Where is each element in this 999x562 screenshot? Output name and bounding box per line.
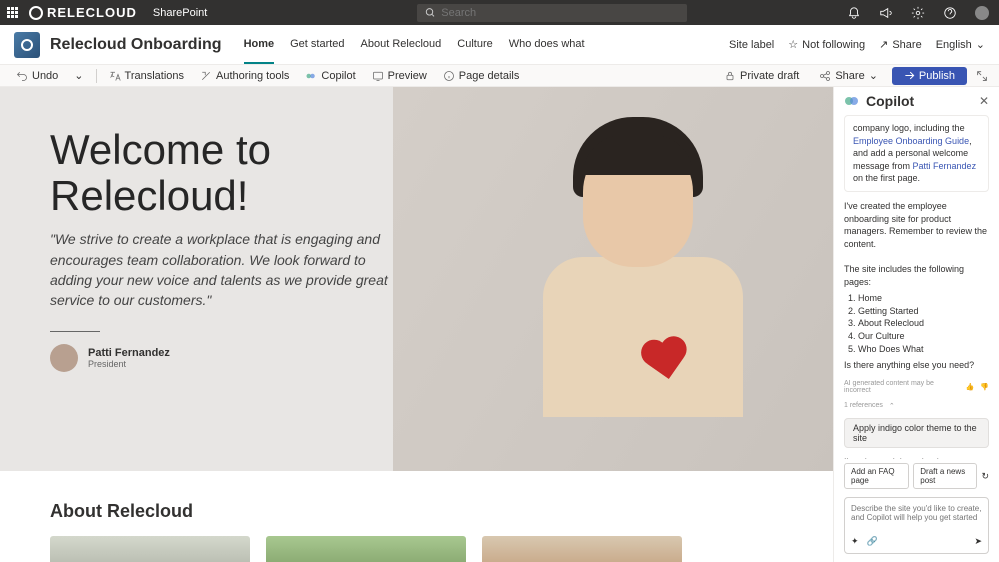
- refresh-suggestions-icon[interactable]: ↻: [981, 471, 989, 482]
- nav-culture[interactable]: Culture: [457, 26, 492, 64]
- compose-box[interactable]: ✦ 🔗 ➤: [844, 497, 989, 554]
- settings-icon[interactable]: [911, 6, 925, 20]
- site-label-link[interactable]: Site label: [729, 39, 774, 51]
- about-card[interactable]: [50, 536, 250, 562]
- thumbs-up-icon[interactable]: 👍: [966, 383, 975, 391]
- translations-button[interactable]: Translations: [103, 70, 191, 82]
- copilot-message: I've created the employee onboarding sit…: [844, 200, 989, 372]
- hero-quote: "We strive to create a workplace that is…: [50, 229, 400, 310]
- app-launcher[interactable]: [0, 0, 25, 25]
- hero-author: Patti Fernandez President: [50, 344, 400, 372]
- nav-home[interactable]: Home: [244, 26, 275, 64]
- about-card[interactable]: [482, 536, 682, 562]
- copilot-message: company logo, including the Employee Onb…: [844, 115, 989, 192]
- suggestion-news[interactable]: Draft a news post: [913, 463, 977, 489]
- share-site-button[interactable]: ↗ Share: [879, 38, 922, 51]
- send-icon[interactable]: ➤: [974, 536, 982, 547]
- share-draft-button[interactable]: Share ⌄: [813, 69, 884, 82]
- undo-split[interactable]: ⌄: [68, 69, 89, 82]
- thumbs-down-icon[interactable]: 👎: [980, 383, 989, 391]
- suggestion-faq[interactable]: Add an FAQ page: [844, 463, 909, 489]
- undo-button[interactable]: Undo: [10, 70, 64, 82]
- copilot-button[interactable]: Copilot: [299, 70, 361, 82]
- expand-icon[interactable]: [975, 69, 989, 83]
- copilot-pane: Copilot ✕ company logo, including the Em…: [833, 87, 999, 562]
- ai-disclaimer: AI generated content may be incorrect👍👎: [844, 380, 989, 394]
- brand-logo: RELECLOUD: [29, 5, 137, 20]
- page-details-button[interactable]: Page details: [437, 70, 526, 82]
- megaphone-icon[interactable]: [879, 6, 893, 20]
- copilot-title: Copilot: [866, 93, 973, 109]
- about-card[interactable]: [266, 536, 466, 562]
- attach-icon[interactable]: 🔗: [867, 536, 878, 547]
- lang-selector[interactable]: English ⌄: [936, 38, 985, 51]
- compose-input[interactable]: [851, 504, 982, 532]
- site-icon: [14, 32, 40, 58]
- search-input[interactable]: [441, 7, 679, 19]
- notifications-icon[interactable]: [847, 6, 861, 20]
- search-box[interactable]: [417, 4, 687, 22]
- onboarding-guide-link[interactable]: Employee Onboarding Guide: [853, 136, 969, 146]
- nav-get-started[interactable]: Get started: [290, 26, 344, 64]
- search-icon: [425, 7, 435, 18]
- help-icon[interactable]: [943, 6, 957, 20]
- author-avatar: [50, 344, 78, 372]
- patti-link[interactable]: Patti Fernandez: [913, 161, 977, 171]
- hero-title: Welcome toRelecloud!: [50, 127, 400, 219]
- suggestion-chip[interactable]: Apply indigo color theme to the site: [844, 418, 989, 448]
- private-draft-button[interactable]: Private draft: [718, 70, 805, 82]
- site-title: Relecloud Onboarding: [50, 36, 222, 54]
- hero-image: [393, 87, 833, 471]
- references-toggle[interactable]: 1 references ⌃: [844, 402, 989, 410]
- about-heading: About Relecloud: [50, 501, 783, 522]
- copilot-icon: [844, 93, 860, 109]
- preview-button[interactable]: Preview: [366, 70, 433, 82]
- product-name: SharePoint: [153, 7, 207, 19]
- nav-who[interactable]: Who does what: [509, 26, 585, 64]
- nav-about[interactable]: About Relecloud: [361, 26, 442, 64]
- hero-section: Welcome toRelecloud! "We strive to creat…: [0, 87, 833, 471]
- authoring-button[interactable]: Authoring tools: [194, 70, 295, 82]
- divider: [50, 331, 100, 332]
- follow-button[interactable]: ☆ Not following: [788, 38, 865, 51]
- author-title: President: [88, 359, 170, 369]
- sparkle-icon[interactable]: ✦: [851, 536, 859, 547]
- publish-button[interactable]: Publish: [892, 67, 967, 85]
- user-avatar[interactable]: [975, 6, 989, 20]
- author-name: Patti Fernandez: [88, 347, 170, 359]
- close-icon[interactable]: ✕: [979, 94, 989, 108]
- brand-name: RELECLOUD: [47, 5, 137, 20]
